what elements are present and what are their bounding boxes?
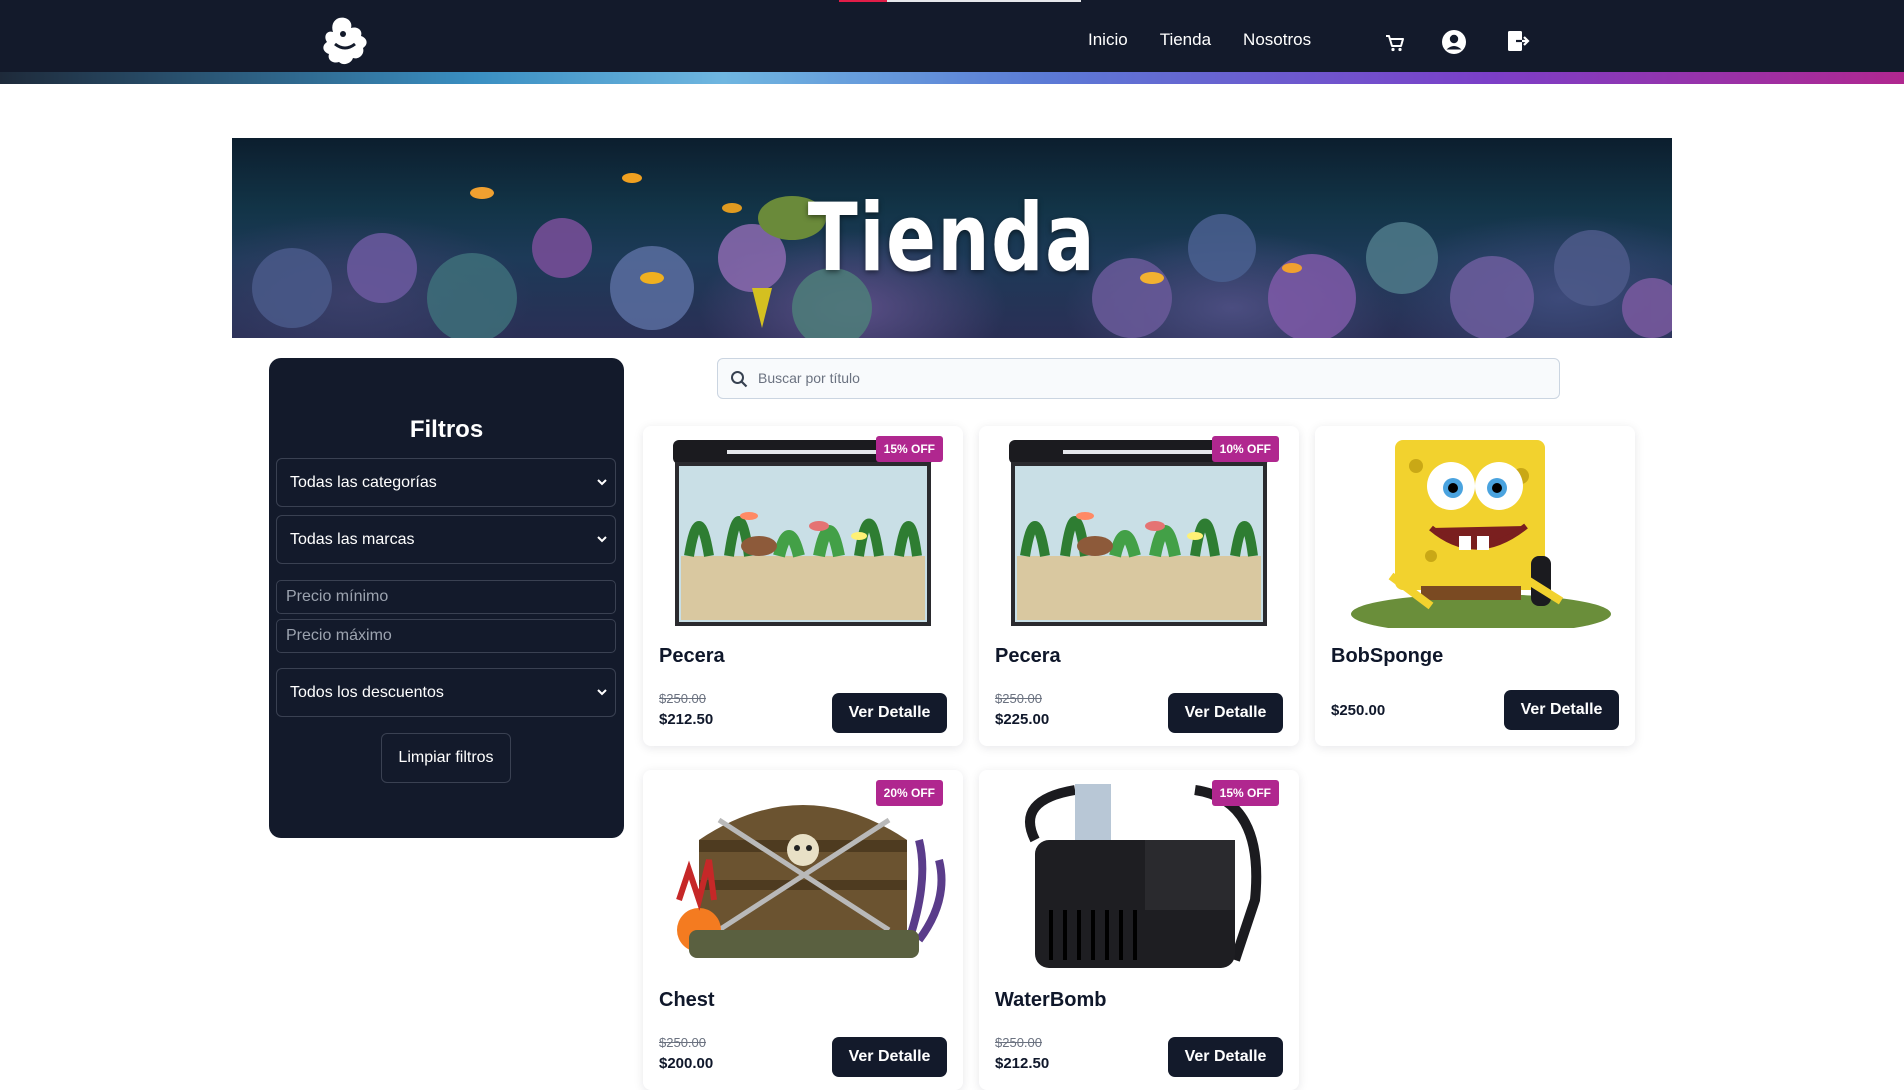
filters-panel: Filtros Todas las categorías Todas las m…	[269, 358, 624, 838]
product-price: $212.50	[995, 1055, 1050, 1072]
clear-filters-button[interactable]: Limpiar filtros	[381, 733, 511, 783]
logo-icon	[323, 17, 367, 65]
max-price-input[interactable]: Precio máximo	[276, 619, 616, 653]
view-detail-button[interactable]: Ver Detalle	[1168, 693, 1283, 733]
discount-badge: 15% OFF	[875, 436, 943, 462]
discount-badge: 10% OFF	[1211, 436, 1279, 462]
min-price-placeholder: Precio mínimo	[286, 588, 389, 605]
product-card[interactable]: 20% OFF Chest $250.00 $200.00 Ver Detall…	[643, 770, 963, 1090]
discount-select[interactable]: Todos los descuentos	[276, 668, 616, 717]
product-price: $200.00	[659, 1055, 714, 1072]
user-icon[interactable]	[1440, 28, 1468, 56]
product-name: Pecera	[659, 645, 725, 667]
brand-select[interactable]: Todas las marcas	[276, 515, 616, 564]
nav-link-inicio[interactable]: Inicio	[1088, 30, 1128, 50]
chevron-down-icon	[597, 689, 607, 696]
filters-title: Filtros	[409, 416, 484, 443]
logout-icon[interactable]	[1502, 28, 1530, 56]
nav-link-tienda[interactable]: Tienda	[1160, 30, 1211, 50]
chevron-down-icon	[597, 479, 607, 486]
product-price: $212.50	[659, 711, 714, 728]
brand-select-value: Todas las marcas	[290, 531, 415, 548]
main-nav: Inicio Tienda Nosotros	[1088, 30, 1343, 50]
category-select-value: Todas las categorías	[290, 474, 437, 491]
discount-badge: 20% OFF	[875, 780, 943, 806]
discount-select-value: Todos los descuentos	[290, 684, 444, 701]
product-name: Pecera	[995, 645, 1061, 667]
hero-banner: Tienda	[232, 138, 1672, 338]
product-image-aquarium[interactable]: 15% OFF	[659, 436, 947, 628]
category-select[interactable]: Todas las categorías	[276, 458, 616, 507]
product-name: Chest	[659, 989, 715, 1011]
brand-logo[interactable]	[317, 14, 375, 70]
product-price: $250.00	[1331, 702, 1386, 719]
max-price-placeholder: Precio máximo	[286, 627, 392, 644]
product-old-price: $250.00	[659, 691, 706, 706]
product-card[interactable]: 10% OFF Pecera $250.00 $225.00 Ver Detal…	[979, 426, 1299, 746]
top-accent-line	[839, 0, 1081, 2]
product-price: $225.00	[995, 711, 1050, 728]
product-old-price: $250.00	[995, 1035, 1042, 1050]
product-image-sponge-figure[interactable]	[1331, 436, 1619, 634]
view-detail-button[interactable]: Ver Detalle	[1168, 1037, 1283, 1077]
product-old-price: $250.00	[659, 1035, 706, 1050]
product-old-price: $250.00	[995, 691, 1042, 706]
product-card[interactable]: 15% OFF WaterBomb $250.00 $212.50 Ver De…	[979, 770, 1299, 1090]
navbar: Inicio Tienda Nosotros	[0, 0, 1904, 84]
search-input[interactable]: Buscar por título	[717, 358, 1560, 399]
hero-title: Tienda	[807, 184, 1097, 293]
min-price-input[interactable]: Precio mínimo	[276, 580, 616, 614]
product-card[interactable]: 15% OFF Pecera $250.00 $212.50 Ver Detal…	[643, 426, 963, 746]
chevron-down-icon	[597, 536, 607, 543]
search-placeholder: Buscar por título	[758, 370, 860, 386]
cart-icon[interactable]	[1380, 28, 1408, 56]
product-name: BobSponge	[1331, 645, 1444, 667]
product-image-water-pump[interactable]: 15% OFF	[995, 780, 1283, 972]
product-image-aquarium[interactable]: 10% OFF	[995, 436, 1283, 628]
discount-badge: 15% OFF	[1211, 780, 1279, 806]
nav-link-nosotros[interactable]: Nosotros	[1243, 30, 1311, 50]
product-name: WaterBomb	[995, 989, 1107, 1011]
navbar-gradient-bar	[0, 72, 1904, 84]
view-detail-button[interactable]: Ver Detalle	[832, 693, 947, 733]
search-icon	[731, 371, 748, 388]
view-detail-button[interactable]: Ver Detalle	[832, 1037, 947, 1077]
view-detail-button[interactable]: Ver Detalle	[1504, 690, 1619, 730]
product-image-treasure-chest[interactable]: 20% OFF	[659, 780, 947, 972]
product-card[interactable]: BobSponge $250.00 Ver Detalle	[1315, 426, 1635, 746]
